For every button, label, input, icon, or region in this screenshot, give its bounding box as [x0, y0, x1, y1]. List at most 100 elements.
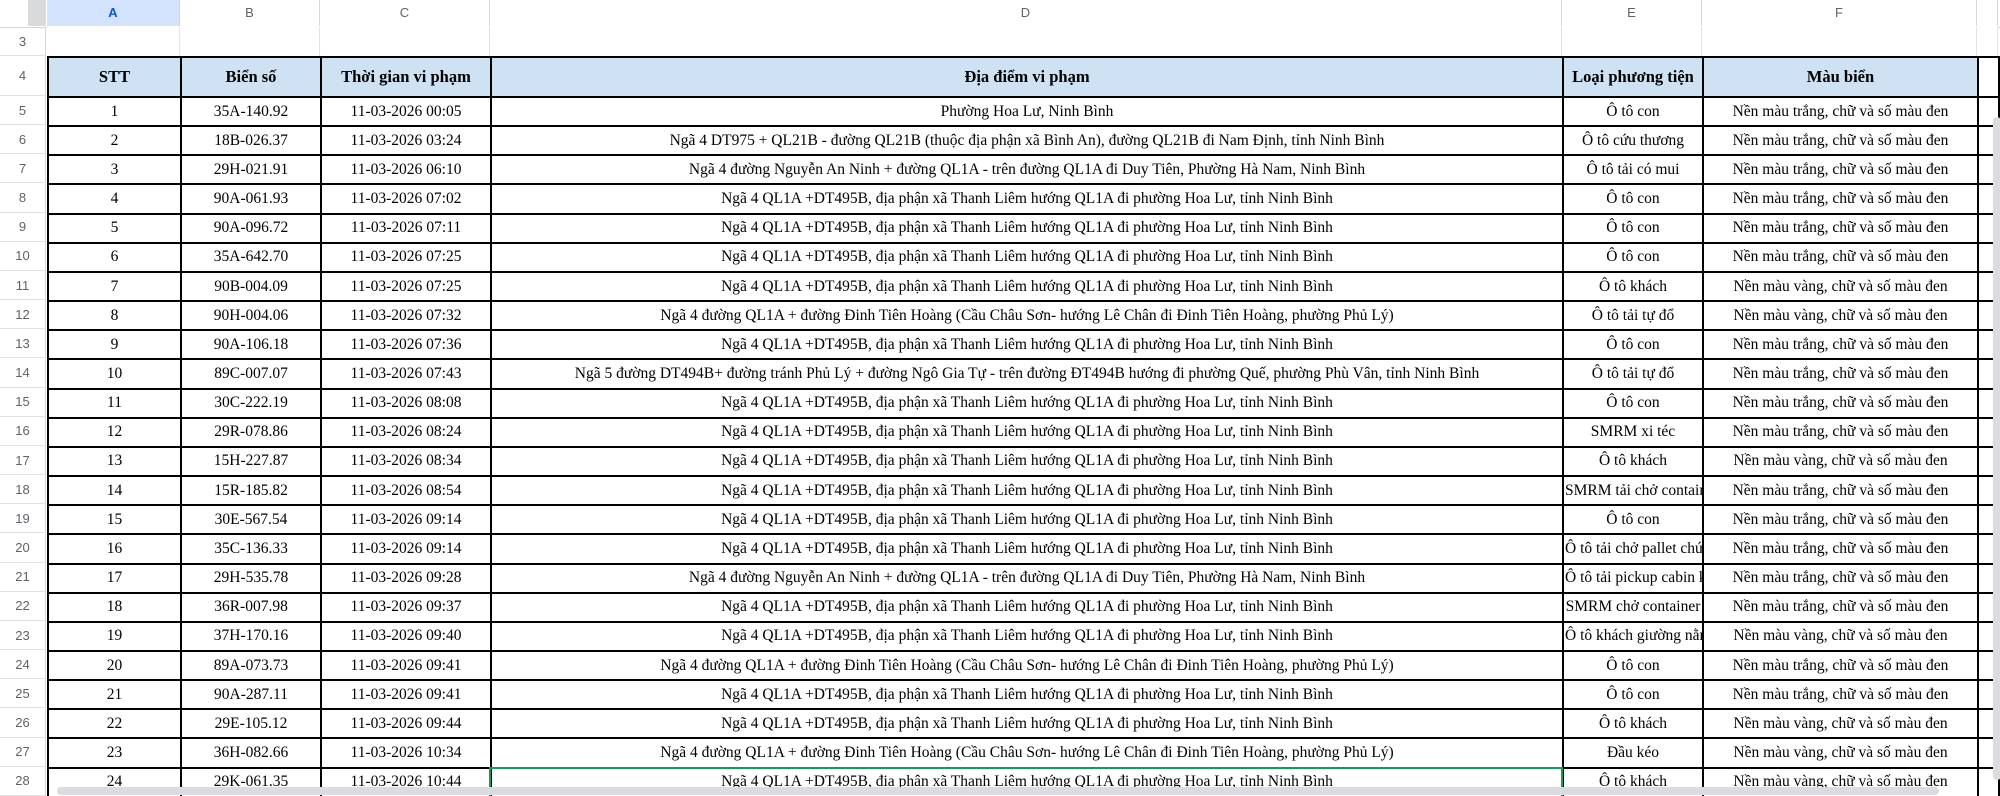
cell-time[interactable]: 11-03-2026 09:41 — [321, 680, 491, 709]
cell-location[interactable]: Ngã 4 QL1A +DT495B, địa phận xã Thanh Li… — [491, 680, 1563, 709]
cell-vehicle[interactable]: Ô tô con — [1563, 214, 1703, 243]
cell-plate_color[interactable]: Nền màu vàng, chữ và số màu đen — [1703, 301, 1978, 330]
cell-location[interactable]: Ngã 4 QL1A +DT495B, địa phận xã Thanh Li… — [491, 389, 1563, 418]
cell-vehicle[interactable]: SMRM xi téc — [1563, 418, 1703, 447]
cell-vehicle[interactable]: Ô tô tải chở pallet chứa — [1563, 534, 1703, 563]
cell-plate[interactable]: 90A-287.11 — [181, 680, 321, 709]
cell-plate_color[interactable]: Nền màu vàng, chữ và số màu đen — [1703, 709, 1978, 738]
cell-time[interactable]: 11-03-2026 07:02 — [321, 184, 491, 213]
cell-vehicle[interactable]: Ô tô con — [1563, 97, 1703, 126]
cell-location[interactable]: Ngã 4 QL1A +DT495B, địa phận xã Thanh Li… — [491, 709, 1563, 738]
cell-plate[interactable]: 15H-227.87 — [181, 447, 321, 476]
cell-plate_color[interactable]: Nền màu vàng, chữ và số màu đen — [1703, 738, 1978, 767]
cell-plate[interactable]: 89A-073.73 — [181, 651, 321, 680]
cell-time[interactable]: 11-03-2026 07:25 — [321, 243, 491, 272]
cell-plate_color[interactable]: Nền màu trắng, chữ và số màu đen — [1703, 97, 1978, 126]
cell-vehicle[interactable]: Ô tô tải tự đổ — [1563, 301, 1703, 330]
cell-plate_color[interactable]: Nền màu trắng, chữ và số màu đen — [1703, 680, 1978, 709]
cell-time[interactable]: 11-03-2026 07:32 — [321, 301, 491, 330]
cell-vehicle[interactable]: Ô tô con — [1563, 330, 1703, 359]
cell-vehicle[interactable]: Ô tô con — [1563, 651, 1703, 680]
row-number-24[interactable]: 24 — [0, 650, 46, 679]
cell-location[interactable]: Ngã 5 đường DT494B+ đường tránh Phủ Lý +… — [491, 359, 1563, 388]
cell-stt[interactable]: 3 — [48, 155, 181, 184]
cell-stt[interactable]: 16 — [48, 534, 181, 563]
cell-stt[interactable]: 4 — [48, 184, 181, 213]
cell-location[interactable]: Ngã 4 QL1A +DT495B, địa phận xã Thanh Li… — [491, 622, 1563, 651]
column-header-sliver[interactable] — [1977, 0, 1998, 26]
row-number-12[interactable]: 12 — [0, 300, 46, 329]
cell-plate_color[interactable]: Nền màu trắng, chữ và số màu đen — [1703, 418, 1978, 447]
cell-plate[interactable]: 90A-106.18 — [181, 330, 321, 359]
cell-plate_color[interactable]: Nền màu vàng, chữ và số màu đen — [1703, 622, 1978, 651]
cell-location[interactable]: Ngã 4 QL1A +DT495B, địa phận xã Thanh Li… — [491, 593, 1563, 622]
cell-plate[interactable]: 35A-140.92 — [181, 97, 321, 126]
column-header-a[interactable]: A — [47, 0, 180, 26]
empty-cell[interactable] — [490, 27, 1562, 56]
cell-vehicle[interactable]: Ô tô con — [1563, 505, 1703, 534]
cell-plate[interactable]: 90A-096.72 — [181, 214, 321, 243]
cell-location[interactable]: Ngã 4 QL1A +DT495B, địa phận xã Thanh Li… — [491, 184, 1563, 213]
cell-plate[interactable]: 29H-021.91 — [181, 155, 321, 184]
row-number-9[interactable]: 9 — [0, 213, 46, 242]
cell-plate[interactable]: 15R-185.82 — [181, 476, 321, 505]
cell-location[interactable]: Phường Hoa Lư, Ninh Bình — [491, 97, 1563, 126]
cell-time[interactable]: 11-03-2026 00:05 — [321, 97, 491, 126]
empty-cell[interactable] — [320, 27, 490, 56]
row-number-4[interactable]: 4 — [0, 56, 46, 96]
empty-cell[interactable] — [1702, 27, 1977, 56]
cell-stt[interactable]: 2 — [48, 126, 181, 155]
cell-location[interactable]: Ngã 4 đường QL1A + đường Đinh Tiên Hoàng… — [491, 301, 1563, 330]
row-number-7[interactable]: 7 — [0, 154, 46, 183]
cell-time[interactable]: 11-03-2026 09:14 — [321, 534, 491, 563]
header-cell-vehicle[interactable]: Loại phương tiện — [1563, 57, 1703, 97]
cell-stt[interactable]: 1 — [48, 97, 181, 126]
cell-vehicle[interactable]: Ô tô khách — [1563, 272, 1703, 301]
row-number-6[interactable]: 6 — [0, 125, 46, 154]
cell-vehicle[interactable]: Ô tô khách giường nằm — [1563, 622, 1703, 651]
cell-vehicle[interactable]: Đầu kéo — [1563, 738, 1703, 767]
cell-plate[interactable]: 29R-078.86 — [181, 418, 321, 447]
horizontal-scrollbar-thumb[interactable] — [57, 787, 1939, 795]
header-cell-location[interactable]: Địa điểm vi phạm — [491, 57, 1563, 97]
cell-time[interactable]: 11-03-2026 09:44 — [321, 709, 491, 738]
row-number-21[interactable]: 21 — [0, 563, 46, 592]
row-number-28[interactable]: 28 — [0, 767, 46, 796]
cell-vehicle[interactable]: Ô tô con — [1563, 184, 1703, 213]
cell-stt[interactable]: 8 — [48, 301, 181, 330]
cell-plate_color[interactable]: Nền màu trắng, chữ và số màu đen — [1703, 389, 1978, 418]
cell-location[interactable]: Ngã 4 QL1A +DT495B, địa phận xã Thanh Li… — [491, 243, 1563, 272]
row-number-20[interactable]: 20 — [0, 534, 46, 563]
empty-cell[interactable] — [47, 27, 180, 56]
cell-location[interactable]: Ngã 4 đường Nguyễn An Ninh + đường QL1A … — [491, 155, 1563, 184]
cell-stt[interactable]: 7 — [48, 272, 181, 301]
cell-vehicle[interactable]: SMRM chở container — [1563, 593, 1703, 622]
cell-plate[interactable]: 30E-567.54 — [181, 505, 321, 534]
cell-vehicle[interactable]: Ô tô con — [1563, 243, 1703, 272]
cell-location[interactable]: Ngã 4 QL1A +DT495B, địa phận xã Thanh Li… — [491, 272, 1563, 301]
cell-time[interactable]: 11-03-2026 03:24 — [321, 126, 491, 155]
cell-plate[interactable]: 36H-082.66 — [181, 738, 321, 767]
cell-stt[interactable]: 21 — [48, 680, 181, 709]
cell-plate[interactable]: 90H-004.06 — [181, 301, 321, 330]
row-number-15[interactable]: 15 — [0, 388, 46, 417]
cell-time[interactable]: 11-03-2026 08:24 — [321, 418, 491, 447]
cell-vehicle[interactable]: Ô tô con — [1563, 680, 1703, 709]
cell-location[interactable]: Ngã 4 QL1A +DT495B, địa phận xã Thanh Li… — [491, 505, 1563, 534]
cell-time[interactable]: 11-03-2026 09:37 — [321, 593, 491, 622]
cell-stt[interactable]: 6 — [48, 243, 181, 272]
cell-plate_color[interactable]: Nền màu trắng, chữ và số màu đen — [1703, 214, 1978, 243]
column-header-d[interactable]: D — [490, 0, 1562, 26]
cell-plate[interactable]: 90B-004.09 — [181, 272, 321, 301]
cell-plate[interactable]: 89C-007.07 — [181, 359, 321, 388]
column-header-f[interactable]: F — [1702, 0, 1977, 26]
cell-plate[interactable]: 18B-026.37 — [181, 126, 321, 155]
cell-plate_color[interactable]: Nền màu trắng, chữ và số màu đen — [1703, 126, 1978, 155]
cell-vehicle[interactable]: Ô tô cứu thương — [1563, 126, 1703, 155]
cell-plate[interactable]: 29E-105.12 — [181, 709, 321, 738]
cell-plate_color[interactable]: Nền màu vàng, chữ và số màu đen — [1703, 272, 1978, 301]
cell-time[interactable]: 11-03-2026 09:40 — [321, 622, 491, 651]
cell-plate_color[interactable]: Nền màu trắng, chữ và số màu đen — [1703, 534, 1978, 563]
empty-cell[interactable] — [1562, 27, 1702, 56]
header-cell-plate[interactable]: Biển số — [181, 57, 321, 97]
